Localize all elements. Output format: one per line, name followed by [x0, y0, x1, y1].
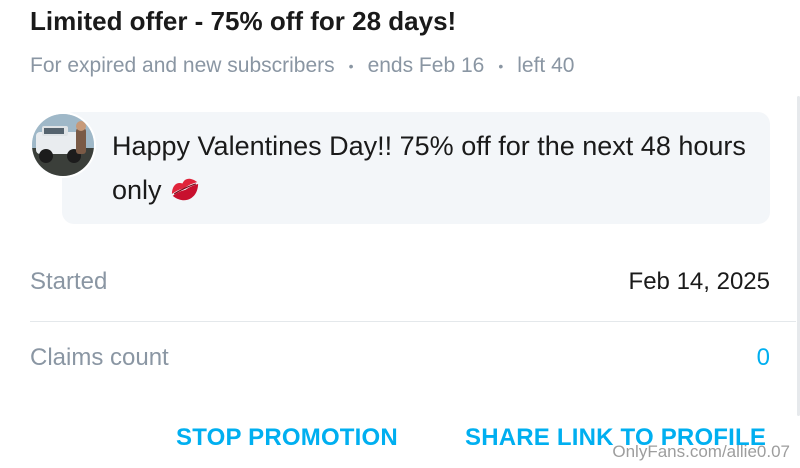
claims-count-value[interactable]: 0 [757, 344, 770, 372]
kiss-mark-icon [168, 172, 202, 201]
separator-dot: • [348, 58, 354, 74]
promotion-message: Happy Valentines Day!! 75% off for the n… [112, 124, 752, 212]
stop-promotion-button[interactable]: STOP PROMOTION [176, 424, 398, 452]
promotion-message-bubble: Happy Valentines Day!! 75% off for the n… [62, 112, 770, 224]
claims-count-label: Claims count [30, 344, 169, 371]
scrollbar[interactable] [796, 0, 800, 468]
end-date-text: ends Feb 16 [367, 54, 485, 77]
started-label: Started [30, 268, 108, 295]
watermark: OnlyFans.com/allie0.07 [612, 442, 790, 461]
separator-dot: • [498, 58, 504, 74]
remaining-count-text: left 40 [517, 54, 575, 77]
promotion-meta: For expired and new subscribers • ends F… [30, 54, 574, 78]
avatar[interactable] [30, 112, 96, 178]
promotion-title: Limited offer - 75% off for 28 days! [30, 6, 457, 36]
message-text: Happy Valentines Day!! 75% off for the n… [112, 131, 746, 205]
divider [30, 321, 800, 322]
started-value: Feb 14, 2025 [628, 268, 770, 295]
promotion-card: Limited offer - 75% off for 28 days! For… [0, 0, 800, 468]
audience-text: For expired and new subscribers [30, 54, 335, 77]
